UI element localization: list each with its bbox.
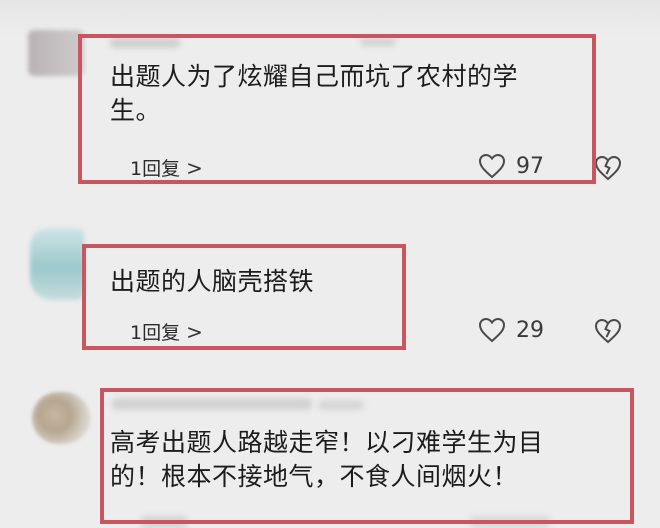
like-button[interactable]: 29 [478,317,544,343]
heart-outline-icon [478,317,506,343]
like-count: 29 [516,317,544,343]
broken-heart-icon[interactable] [594,155,622,181]
avatar-blurred[interactable] [28,30,84,76]
highlight-box [100,388,634,524]
highlight-box [82,244,406,350]
highlight-box [78,34,596,184]
avatar-blurred[interactable] [32,392,90,444]
broken-heart-icon[interactable] [594,318,622,344]
avatar-blurred[interactable] [30,228,84,300]
blurred-top-area [0,0,660,34]
